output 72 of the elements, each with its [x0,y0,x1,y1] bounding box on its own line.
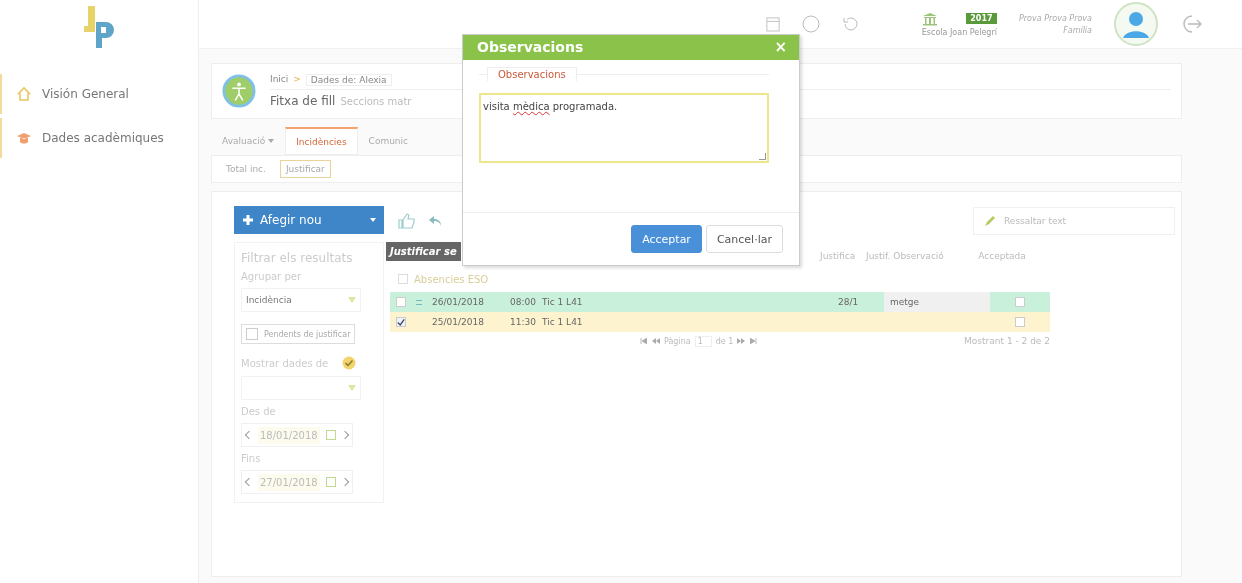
subtab[interactable]: Justificar [279,160,331,178]
group-label: Absencies ESO [414,273,489,285]
breadcrumb-separator: > [293,74,301,86]
avatar-icon[interactable] [1114,2,1158,46]
table-cell: 28/1 [838,297,859,307]
table-row[interactable]: 26/01/2018 08:00 Tic 1 L41 28/1 metge [390,292,1050,312]
next-page-icon[interactable] [737,338,746,344]
resize-handle[interactable] [759,152,766,160]
accepted-checkbox[interactable] [1015,297,1025,307]
history-icon[interactable] [841,15,860,33]
result-summary: Mostrant 1 - 2 de 2 [964,336,1050,346]
table-cell-text: Tic 1 L41 [542,317,584,327]
breadcrumb-link[interactable]: Inici [270,74,289,86]
tooltip: Justificar se [386,242,461,261]
page-label: Pàgina [664,336,691,346]
show-data-select[interactable] [241,376,361,400]
page-subtitle: Seccions matr [340,96,412,107]
from-date-field[interactable]: 18/01/2018 [241,423,353,447]
table-cell-text: Tic 1 L41 [542,297,584,307]
tab[interactable]: Incidències [285,127,358,155]
caret-icon [268,139,275,143]
accepted-checkbox[interactable] [1015,317,1025,327]
page-field[interactable]: 1 [694,335,712,347]
breadcrumb-current: Dades de: Alexia [305,74,392,86]
logout-icon[interactable] [1180,14,1202,34]
table-cell-text: 25/01/2018 [432,317,485,327]
close-button[interactable]: × [774,38,787,57]
subtab[interactable]: Total inc. [220,160,272,178]
column-header[interactable]: Justif. Observació [866,246,972,266]
school-name: Escola Joan Pelegrí [921,27,997,37]
page-title: Fitxa de fill [270,94,336,108]
calendar-icon[interactable] [765,16,780,32]
previous-page-icon[interactable] [652,338,660,344]
dialog-title: Observacions [477,39,584,56]
user-role: Família [1063,25,1092,35]
to-date-field[interactable]: 27/01/2018 [241,470,353,494]
group-select[interactable]: Incidència [241,288,361,312]
page-count: de 1 [715,336,734,346]
pending-checkbox[interactable]: Pendents de justificar [241,324,356,344]
graduation-cap-icon [16,130,32,146]
column-header[interactable]: Justifica [820,246,866,266]
row-checkbox[interactable] [396,317,406,327]
cancel-button[interactable]: Cancel·lar [705,225,783,253]
add-new-button[interactable]: Afegir nou [234,206,384,234]
highlight-text-field[interactable]: Ressaltar text [973,207,1175,235]
plus-icon [242,214,254,226]
table-cell-text: 11:30 [510,317,537,327]
tab[interactable]: Comunic [357,127,419,155]
justified-icon [416,299,422,305]
reply-icon[interactable] [428,215,442,227]
table-row[interactable]: 25/01/2018 11:30 Tic 1 L41 [390,312,1050,332]
thumbs-up-icon[interactable] [398,213,416,229]
collapse-icon[interactable] [398,274,408,284]
table-cell-text: 26/01/2018 [432,297,485,307]
sidebar-item[interactable]: Visión General [0,74,190,114]
tab[interactable]: Avaluació [211,127,286,155]
accept-button[interactable]: Acceptar [631,225,702,253]
user-name: Prova Prova Prova [1018,13,1092,23]
observations-textarea[interactable]: visita mèdica programada. [479,92,769,163]
sidebar-item[interactable]: Dades acadèmiques [0,118,190,158]
house-icon [16,86,32,102]
logo-icon [84,4,114,48]
table-cell: metge [890,297,920,307]
first-page-icon[interactable] [640,338,648,344]
year-badge: 2017 [966,13,997,24]
building-icon [922,11,939,26]
last-page-icon[interactable] [749,338,758,344]
fieldset-legend: Observacions [487,66,577,81]
column-header[interactable]: Acceptada [972,251,1032,261]
table-cell-text: 08:00 [510,297,537,307]
pencil-icon [984,215,996,227]
person-icon [222,74,256,108]
